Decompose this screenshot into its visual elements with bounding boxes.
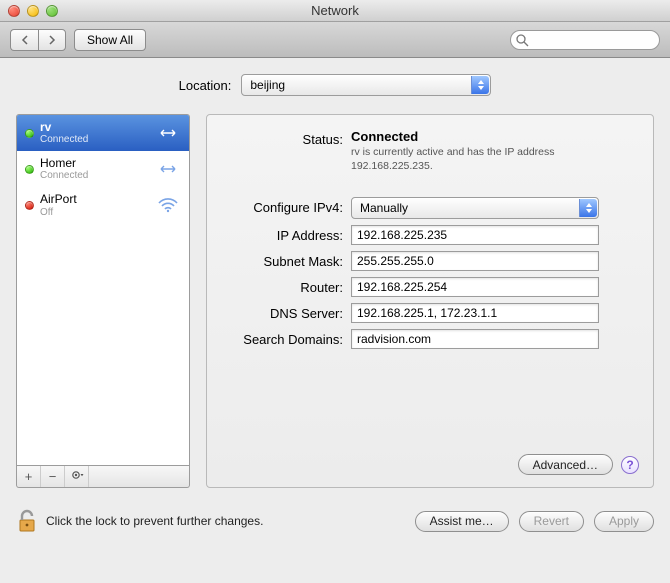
location-select[interactable]: beijing xyxy=(241,74,491,96)
search-icon xyxy=(516,34,529,47)
forward-button[interactable] xyxy=(38,29,66,51)
configure-label: Configure IPv4: xyxy=(223,197,351,215)
updown-arrows-icon xyxy=(579,199,597,217)
status-dot-icon xyxy=(25,165,34,174)
sidebar-item-rv[interactable]: rv Connected xyxy=(17,115,189,151)
location-row: Location: beijing xyxy=(16,74,654,96)
lock-text: Click the lock to prevent further change… xyxy=(46,514,407,528)
service-text: rv Connected xyxy=(40,121,149,145)
dns-server-input[interactable] xyxy=(351,303,599,323)
revert-button[interactable]: Revert xyxy=(519,511,584,532)
mask-row: Subnet Mask: xyxy=(223,251,637,271)
window-title: Network xyxy=(0,3,670,18)
advanced-row: Advanced… ? xyxy=(518,454,639,475)
service-name: rv xyxy=(40,121,149,134)
dns-label: DNS Server: xyxy=(223,303,351,321)
titlebar: Network xyxy=(0,0,670,22)
search-container xyxy=(510,30,660,50)
location-label: Location: xyxy=(179,78,232,93)
configure-value: Manually xyxy=(360,201,408,215)
sidebar-item-airport[interactable]: AirPort Off xyxy=(17,187,189,223)
main-row: rv Connected Homer Connected xyxy=(16,114,654,488)
advanced-button[interactable]: Advanced… xyxy=(518,454,613,475)
back-button[interactable] xyxy=(10,29,38,51)
service-text: AirPort Off xyxy=(40,193,149,217)
chevron-left-icon xyxy=(21,35,29,45)
footer-buttons: Assist me… Revert Apply xyxy=(415,511,654,532)
service-actions-button[interactable] xyxy=(65,466,89,487)
service-sub: Connected xyxy=(40,134,149,145)
services-list: rv Connected Homer Connected xyxy=(16,114,190,466)
location-value: beijing xyxy=(250,78,285,92)
updown-arrows-icon xyxy=(471,76,489,94)
lock-icon[interactable] xyxy=(16,508,38,534)
help-button[interactable]: ? xyxy=(621,456,639,474)
configure-row: Configure IPv4: Manually xyxy=(223,197,637,219)
router-label: Router: xyxy=(223,277,351,295)
footer: Click the lock to prevent further change… xyxy=(0,498,670,548)
service-name: AirPort xyxy=(40,193,149,206)
search-domains-row: Search Domains: xyxy=(223,329,637,349)
status-dot-icon xyxy=(25,129,34,138)
dns-row: DNS Server: xyxy=(223,303,637,323)
status-value-group: Connected rv is currently active and has… xyxy=(351,129,637,173)
service-name: Homer xyxy=(40,157,149,170)
window-controls xyxy=(0,5,58,17)
toolbar: Show All xyxy=(0,22,670,58)
zoom-window-button[interactable] xyxy=(46,5,58,17)
ip-address-input[interactable] xyxy=(351,225,599,245)
sidebar-footer: + − xyxy=(16,466,190,488)
nav-buttons xyxy=(10,29,66,51)
search-domains-input[interactable] xyxy=(351,329,599,349)
chevron-right-icon xyxy=(48,35,56,45)
ip-row: IP Address: xyxy=(223,225,637,245)
minimize-window-button[interactable] xyxy=(27,5,39,17)
status-label: Status: xyxy=(223,129,351,147)
configure-ipv4-select[interactable]: Manually xyxy=(351,197,599,219)
service-text: Homer Connected xyxy=(40,157,149,181)
ethernet-icon xyxy=(155,162,181,176)
router-input[interactable] xyxy=(351,277,599,297)
details-pane: Status: Connected rv is currently active… xyxy=(206,114,654,488)
content-area: Location: beijing rv Connected xyxy=(0,58,670,498)
status-subtext: rv is currently active and has the IP ad… xyxy=(351,146,611,173)
search-input[interactable] xyxy=(510,30,660,50)
remove-service-button[interactable]: − xyxy=(41,466,65,487)
search-domains-label: Search Domains: xyxy=(223,329,351,347)
services-sidebar: rv Connected Homer Connected xyxy=(16,114,190,488)
gear-icon xyxy=(70,469,84,484)
ip-label: IP Address: xyxy=(223,225,351,243)
ethernet-icon xyxy=(155,126,181,140)
wifi-icon xyxy=(155,197,181,213)
service-sub: Connected xyxy=(40,170,149,181)
status-row: Status: Connected rv is currently active… xyxy=(223,129,637,173)
close-window-button[interactable] xyxy=(8,5,20,17)
status-dot-icon xyxy=(25,201,34,210)
assist-me-button[interactable]: Assist me… xyxy=(415,511,509,532)
status-value: Connected xyxy=(351,129,637,144)
router-row: Router: xyxy=(223,277,637,297)
apply-button[interactable]: Apply xyxy=(594,511,654,532)
add-service-button[interactable]: + xyxy=(17,466,41,487)
service-sub: Off xyxy=(40,207,149,218)
subnet-mask-input[interactable] xyxy=(351,251,599,271)
mask-label: Subnet Mask: xyxy=(223,251,351,269)
show-all-button[interactable]: Show All xyxy=(74,29,146,51)
sidebar-item-homer[interactable]: Homer Connected xyxy=(17,151,189,187)
